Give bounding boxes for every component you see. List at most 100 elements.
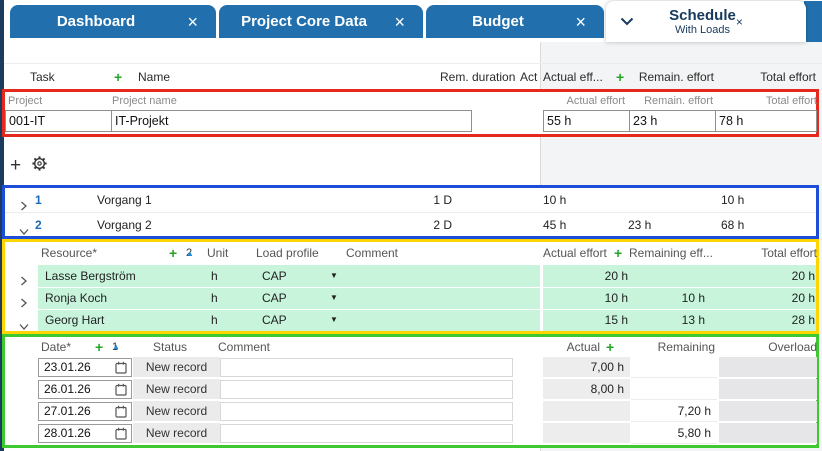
calendar-icon[interactable]: [115, 427, 127, 445]
calendar-icon[interactable]: [115, 383, 127, 401]
column-header-total-effort[interactable]: Total effort: [717, 92, 817, 110]
column-header-remaining[interactable]: Remaining: [620, 337, 715, 357]
column-header-unit[interactable]: Unit: [207, 242, 228, 265]
date-field[interactable]: 27.01.26: [38, 402, 132, 421]
task-total-effort: 10 h: [721, 188, 744, 212]
column-header-remain-effort[interactable]: Remain. effort: [627, 92, 713, 110]
comment-field[interactable]: [220, 402, 513, 421]
date-field[interactable]: 26.01.26: [38, 380, 132, 399]
resource-load-profile[interactable]: CAP: [262, 287, 287, 309]
plus-icon[interactable]: +: [114, 64, 122, 90]
record-remaining-field[interactable]: 7,20 h: [631, 401, 717, 422]
comment-field[interactable]: [220, 424, 513, 443]
resource-unit[interactable]: h: [211, 265, 218, 287]
table-row[interactable]: Ronja Koch h CAP ▼ 10 h 10 h 20 h: [5, 287, 816, 309]
task-name[interactable]: Vorgang 1: [97, 188, 152, 212]
grid-column-header: Task + Name Rem. duration Act Actual eff…: [4, 63, 822, 89]
task-name[interactable]: Vorgang 2: [97, 213, 152, 237]
column-header-comment[interactable]: Comment: [218, 337, 270, 357]
dropdown-icon[interactable]: ▼: [330, 309, 338, 331]
column-header-resource[interactable]: Resource*: [41, 242, 97, 265]
calendar-icon[interactable]: [115, 405, 127, 423]
resource-load-profile[interactable]: CAP: [262, 309, 287, 331]
status-badge[interactable]: New record: [133, 423, 220, 444]
record-overload-value: [719, 379, 817, 400]
column-header-actual-effort[interactable]: Actual eff...: [543, 64, 603, 90]
close-icon[interactable]: ×: [736, 15, 743, 29]
date-field[interactable]: 28.01.26: [38, 424, 132, 443]
add-row-icon[interactable]: +: [10, 156, 21, 175]
column-header-project-name[interactable]: Project name: [112, 92, 177, 110]
resource-load-profile[interactable]: CAP: [262, 265, 287, 287]
tab-project-core-data[interactable]: Project Core Data ×: [219, 5, 423, 38]
column-header-act-truncated[interactable]: Act: [520, 64, 537, 90]
chevron-right-icon[interactable]: [19, 293, 28, 315]
tab-partial[interactable]: [804, 1, 822, 42]
column-header-name[interactable]: Name: [138, 64, 170, 90]
close-icon[interactable]: ×: [394, 13, 405, 31]
calendar-icon[interactable]: [115, 361, 127, 379]
task-total-effort: 68 h: [721, 213, 744, 237]
resource-unit[interactable]: h: [211, 309, 218, 331]
status-badge[interactable]: New record: [133, 401, 220, 422]
task-actual-effort: 10 h: [543, 188, 566, 212]
resources-header-row: Resource* + 2▲ Unit Load profile Comment…: [5, 242, 816, 265]
close-icon[interactable]: ×: [187, 13, 198, 31]
table-row[interactable]: Lasse Bergström h CAP ▼ 20 h 20 h: [5, 265, 816, 287]
resource-unit[interactable]: h: [211, 287, 218, 309]
column-header-remain-effort[interactable]: Remain. effort: [634, 64, 714, 90]
plus-icon[interactable]: +: [606, 337, 614, 357]
project-remain-effort-field[interactable]: 23 h: [629, 110, 716, 132]
plus-icon[interactable]: +: [169, 242, 177, 265]
column-header-total-effort[interactable]: Total effort: [707, 242, 817, 265]
comment-field[interactable]: [220, 358, 513, 377]
project-name-field[interactable]: IT-Projekt: [111, 110, 472, 132]
dropdown-icon[interactable]: ▼: [330, 265, 338, 287]
column-header-project[interactable]: Project: [8, 92, 42, 110]
dropdown-icon[interactable]: ▼: [330, 287, 338, 309]
plus-icon[interactable]: +: [614, 242, 622, 265]
table-row[interactable]: 2 Vorgang 2 2 D 45 h 23 h 68 h: [5, 212, 816, 236]
column-header-load-profile[interactable]: Load profile: [256, 242, 319, 265]
column-header-rem-duration[interactable]: Rem. duration: [440, 64, 510, 90]
tab-budget[interactable]: Budget ×: [426, 5, 604, 38]
gear-icon[interactable]: [31, 155, 48, 175]
column-header-status[interactable]: Status: [153, 337, 187, 357]
column-header-comment[interactable]: Comment: [346, 242, 398, 265]
plus-icon[interactable]: +: [95, 337, 103, 357]
column-header-overload[interactable]: Overload: [710, 337, 817, 357]
resource-name[interactable]: Georg Hart: [45, 309, 104, 331]
comment-field[interactable]: [220, 380, 513, 399]
record-remaining-field[interactable]: [631, 379, 717, 400]
column-header-actual[interactable]: Actual: [495, 337, 600, 357]
column-header-date[interactable]: Date*: [41, 337, 71, 357]
chevron-right-icon[interactable]: [19, 271, 28, 293]
chevron-down-icon[interactable]: [620, 15, 634, 29]
tab-dashboard[interactable]: Dashboard ×: [10, 5, 216, 38]
table-row[interactable]: 1 Vorgang 1 1 D 10 h 10 h: [5, 188, 816, 212]
task-actual-effort: 45 h: [543, 213, 566, 237]
close-icon[interactable]: ×: [575, 13, 586, 31]
table-row[interactable]: 28.01.26 New record 5,80 h: [5, 423, 816, 445]
project-total-effort-field[interactable]: 78 h: [715, 110, 817, 132]
column-header-task[interactable]: Task: [30, 64, 55, 90]
project-actual-effort-field[interactable]: 55 h: [543, 110, 630, 132]
status-badge[interactable]: New record: [133, 379, 220, 400]
resource-name[interactable]: Lasse Bergström: [45, 265, 136, 287]
plus-icon[interactable]: +: [616, 64, 624, 90]
tab-schedule[interactable]: Schedule With Loads ×: [606, 1, 806, 42]
table-row[interactable]: 23.01.26 New record 7,00 h: [5, 357, 816, 379]
date-field[interactable]: 23.01.26: [38, 358, 132, 377]
resource-name[interactable]: Ronja Koch: [45, 287, 107, 309]
table-row[interactable]: 27.01.26 New record 7,20 h: [5, 401, 816, 423]
column-header-remaining-effort[interactable]: Remaining eff...: [629, 242, 713, 265]
record-remaining-field[interactable]: [631, 357, 717, 378]
column-header-total-effort[interactable]: Total effort: [754, 64, 816, 90]
column-header-actual-effort[interactable]: Actual effort: [543, 242, 607, 265]
column-header-actual-effort[interactable]: Actual effort: [540, 92, 625, 110]
table-row[interactable]: Georg Hart h CAP ▼ 15 h 13 h 28 h: [5, 309, 816, 331]
table-row[interactable]: 26.01.26 New record 8,00 h: [5, 379, 816, 401]
project-id-field[interactable]: 001-IT: [5, 110, 112, 132]
status-badge[interactable]: New record: [133, 357, 220, 378]
record-remaining-field[interactable]: 5,80 h: [631, 423, 717, 444]
